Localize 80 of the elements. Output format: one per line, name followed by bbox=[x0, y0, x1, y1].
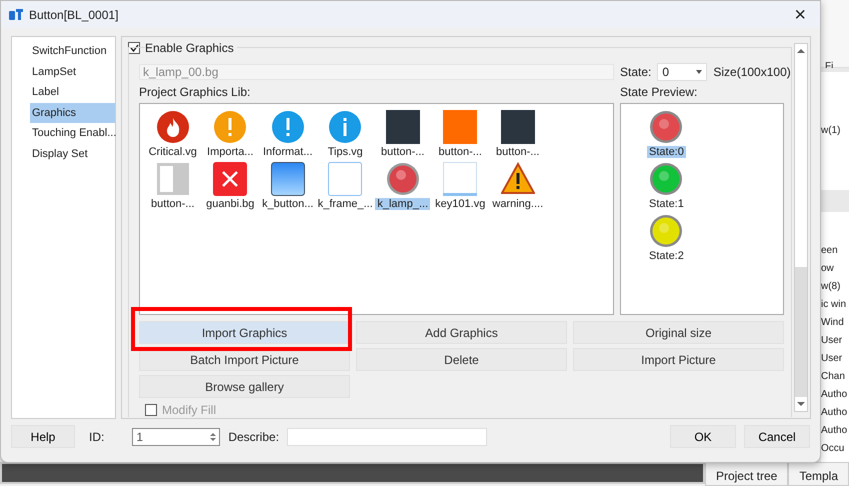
panel-tab[interactable]: Project tree bbox=[704, 462, 788, 486]
checkbox-label: Modify Fill bbox=[162, 403, 216, 417]
section-label: State Preview: bbox=[620, 85, 698, 99]
graphic-item-label[interactable]: k_frame_... bbox=[316, 198, 375, 210]
fire-icon bbox=[156, 110, 190, 144]
scroll-up-icon[interactable] bbox=[796, 48, 805, 54]
graphic-item-label[interactable]: key101.vg bbox=[433, 198, 488, 210]
state-dropdown[interactable]: 0 bbox=[657, 63, 708, 81]
list-item[interactable]: Chan bbox=[821, 368, 845, 386]
window-title: Button[BL_0001] bbox=[29, 8, 120, 22]
action-button[interactable]: Browse gallery bbox=[139, 375, 350, 398]
close-icon bbox=[213, 162, 248, 196]
list-item[interactable]: Autho bbox=[821, 404, 848, 422]
tree-item[interactable]: Display Set bbox=[30, 144, 115, 164]
action-button[interactable]: Delete bbox=[356, 348, 567, 371]
tree-item[interactable]: LampSet bbox=[30, 62, 115, 82]
scrollbar[interactable] bbox=[794, 43, 808, 412]
describe-label: Describe: bbox=[228, 430, 280, 444]
graphic-item-label[interactable]: button-... bbox=[436, 146, 484, 158]
tree-item[interactable]: Graphics bbox=[30, 102, 115, 123]
scroll-down-icon[interactable] bbox=[796, 401, 805, 407]
toggle-icon bbox=[156, 162, 190, 196]
graphic-item-label[interactable]: Tips.vg bbox=[326, 146, 365, 158]
panel-tab[interactable]: Templa bbox=[788, 462, 849, 486]
spinner-icon[interactable] bbox=[210, 432, 216, 442]
ok-button[interactable]: OK bbox=[670, 425, 736, 448]
checkbox-label: Enable Graphics bbox=[145, 41, 237, 55]
list-item[interactable]: User bbox=[821, 350, 842, 368]
graphic-item-label[interactable]: guanbi.bg bbox=[204, 198, 256, 210]
warning-icon bbox=[500, 162, 535, 196]
state-label[interactable]: State:2 bbox=[647, 250, 686, 262]
exclamation-icon bbox=[270, 110, 305, 144]
id-label: ID: bbox=[89, 430, 104, 444]
action-button[interactable]: Original size bbox=[573, 321, 784, 344]
info-icon bbox=[328, 110, 362, 144]
describe-field[interactable] bbox=[287, 428, 488, 446]
square-icon bbox=[443, 110, 478, 144]
list-item[interactable]: Autho bbox=[821, 386, 848, 404]
caret-icon bbox=[696, 70, 702, 74]
tree-item[interactable]: Label bbox=[30, 82, 115, 102]
graphic-item-label[interactable]: k_button... bbox=[260, 198, 316, 210]
list-item[interactable]: Autho bbox=[821, 422, 848, 440]
list-item[interactable]: w(1) bbox=[821, 122, 840, 140]
button-icon bbox=[270, 162, 305, 196]
graphic-item-label[interactable]: k_lamp_... bbox=[375, 198, 430, 210]
id-field[interactable]: 1 bbox=[132, 428, 220, 446]
graphic-item-label[interactable]: Informat... bbox=[260, 146, 315, 158]
list-item[interactable]: ow bbox=[821, 260, 834, 278]
graphic-item-label[interactable]: button-... bbox=[494, 146, 542, 158]
app-logo-icon bbox=[9, 8, 23, 20]
frame-icon bbox=[328, 162, 362, 196]
tree-item[interactable]: Touching Enabl... bbox=[30, 123, 115, 144]
state-label: State: bbox=[620, 65, 652, 79]
size-label: Size(100x100) bbox=[713, 65, 791, 79]
lamp-icon bbox=[386, 162, 420, 196]
graphic-item-label[interactable]: button-... bbox=[149, 198, 196, 210]
list-item[interactable]: User bbox=[821, 332, 842, 350]
action-button[interactable]: Import Graphics bbox=[139, 321, 350, 344]
state-label[interactable]: State:0 bbox=[647, 146, 686, 158]
graphic-item-label[interactable]: Importa... bbox=[205, 146, 256, 158]
graphic-item-label[interactable]: Critical.vg bbox=[146, 146, 199, 158]
list-item[interactable]: Wind bbox=[821, 314, 844, 332]
checkbox[interactable] bbox=[145, 404, 157, 416]
action-button[interactable]: Import Picture bbox=[573, 348, 784, 371]
close-button[interactable]: × bbox=[788, 4, 812, 24]
graphic-item-label[interactable]: warning.... bbox=[490, 198, 546, 210]
square-icon bbox=[500, 110, 535, 144]
action-button[interactable]: Add Graphics bbox=[356, 321, 567, 344]
graphic-item-label[interactable]: button-... bbox=[379, 146, 426, 158]
cancel-button[interactable]: Cancel bbox=[744, 425, 810, 448]
square-icon bbox=[386, 110, 420, 144]
tree-item[interactable]: SwitchFunction bbox=[30, 41, 115, 62]
list-item[interactable]: ic win bbox=[821, 296, 846, 314]
section-label: Project Graphics Lib: bbox=[139, 85, 252, 99]
list-item[interactable]: een bbox=[821, 242, 838, 260]
exclamation-icon bbox=[213, 110, 248, 144]
state-label[interactable]: State:1 bbox=[647, 198, 686, 210]
list-item[interactable]: Occu bbox=[821, 440, 844, 458]
list-item[interactable]: w(8) bbox=[821, 278, 840, 296]
help-button[interactable]: Help bbox=[11, 425, 75, 448]
